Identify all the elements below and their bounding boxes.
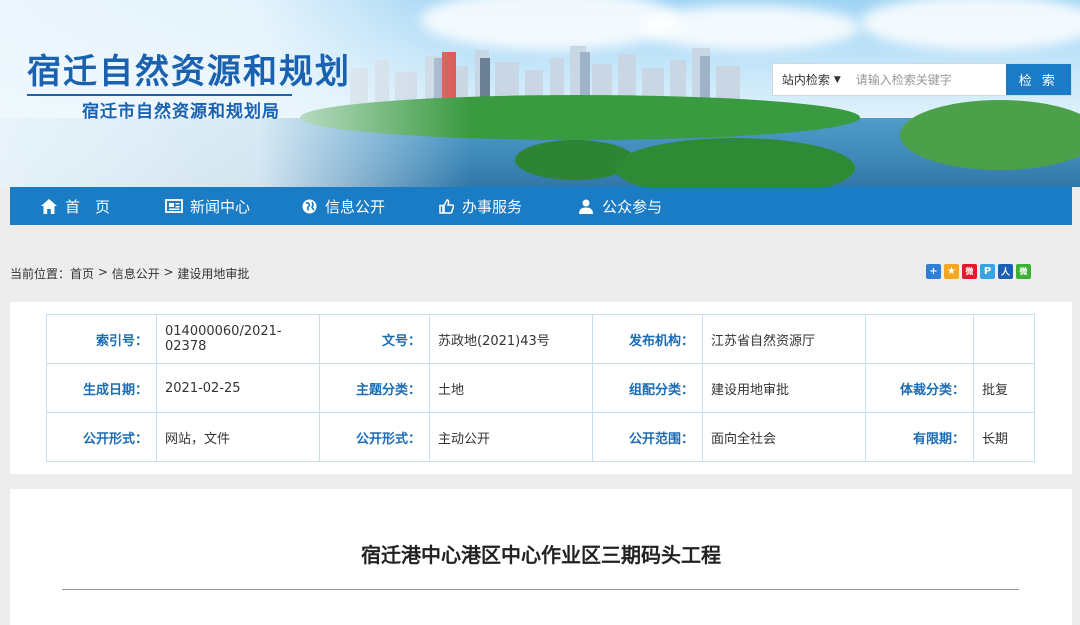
table-row: 公开形式： 网站，文件 公开形式： 主动公开 公开范围： 面向全社会 有限期： … — [46, 412, 1035, 462]
meta-value-topic: 土地 — [429, 363, 593, 413]
nav-label: 信息公开 — [325, 197, 386, 216]
share-plus-icon[interactable]: + — [926, 264, 941, 279]
title-divider — [27, 94, 292, 96]
meta-value-category: 建设用地审批 — [702, 363, 866, 413]
nav-label: 办事服务 — [462, 197, 523, 216]
search-scope-label: 站内检索 — [781, 73, 830, 87]
meta-key-created-date: 生成日期： — [46, 363, 157, 413]
newspaper-icon — [165, 197, 183, 215]
meta-value-disclosure-mode: 主动公开 — [429, 412, 593, 462]
meta-key-scope: 公开范围： — [592, 412, 703, 462]
meta-value-index: 014000060/2021-02378 — [156, 314, 320, 364]
search-box: 站内检索 ▼ 检 索 — [772, 63, 1072, 96]
meta-key-genre: 体裁分类： — [865, 363, 974, 413]
meta-key-publisher: 发布机构： — [592, 314, 703, 364]
search-button[interactable]: 检 索 — [1005, 64, 1071, 95]
meta-value-format: 网站，文件 — [156, 412, 320, 462]
table-row: 生成日期： 2021-02-25 主题分类： 土地 组配分类： 建设用地审批 体… — [46, 363, 1035, 413]
search-scope-select[interactable]: 站内检索 ▼ — [773, 64, 850, 95]
breadcrumb-info-disclosure[interactable]: 信息公开 — [112, 265, 160, 282]
meta-value-doc-number: 苏政地(2021)43号 — [429, 314, 593, 364]
nav-item-news[interactable]: 新闻中心 — [165, 187, 250, 225]
share-bar: + ★ 微 P 人 微 — [926, 264, 1031, 279]
breadcrumb: 当前位置： 首页 > 信息公开 > 建设用地审批 — [10, 265, 249, 282]
meta-value-genre: 批复 — [973, 363, 1035, 413]
meta-value-validity: 长期 — [973, 412, 1035, 462]
meta-value-empty — [973, 314, 1035, 364]
breadcrumb-home[interactable]: 首页 — [70, 265, 94, 282]
meta-key-topic: 主题分类： — [319, 363, 430, 413]
site-subtitle: 宿迁市自然资源和规划局 — [82, 102, 280, 122]
article-title: 宿迁港中心港区中心作业区三期码头工程 — [361, 543, 721, 567]
qzone-icon[interactable]: ★ — [944, 264, 959, 279]
weibo-icon[interactable]: 微 — [962, 264, 977, 279]
meta-key-index: 索引号： — [46, 314, 157, 364]
breadcrumb-land-approval[interactable]: 建设用地审批 — [177, 265, 249, 282]
nav-item-public-participation[interactable]: 公众参与 — [577, 187, 662, 225]
breadcrumb-prefix: 当前位置： — [10, 267, 71, 281]
nav-label: 新闻中心 — [190, 197, 251, 216]
meta-key-disclosure-mode: 公开形式： — [319, 412, 430, 462]
wechat-icon[interactable]: 微 — [1016, 264, 1031, 279]
main-nav: 首 页 新闻中心 信息公开 办事服务 公众参与 — [10, 187, 1072, 225]
user-icon — [577, 197, 595, 215]
search-input[interactable] — [849, 64, 1006, 95]
meta-value-scope: 面向全社会 — [702, 412, 866, 462]
caret-down-icon: ▼ — [833, 74, 841, 85]
meta-key-empty — [865, 314, 974, 364]
breadcrumb-separator: > — [94, 265, 112, 279]
nav-item-services[interactable]: 办事服务 — [437, 187, 522, 225]
nav-label: 公众参与 — [602, 197, 663, 216]
home-icon — [40, 197, 58, 215]
thumbs-up-icon — [437, 197, 455, 215]
meta-key-format: 公开形式： — [46, 412, 157, 462]
meta-value-publisher: 江苏省自然资源厅 — [702, 314, 866, 364]
table-row: 索引号： 014000060/2021-02378 文号： 苏政地(2021)4… — [46, 314, 1035, 364]
site-title[interactable]: 宿迁自然资源和规划 — [27, 44, 351, 93]
nav-label: 首 页 — [65, 197, 111, 216]
renren-icon[interactable]: 人 — [998, 264, 1013, 279]
meta-value-created-date: 2021-02-25 — [156, 363, 320, 413]
tencent-weibo-icon[interactable]: P — [980, 264, 995, 279]
header-banner: 宿迁自然资源和规划 宿迁市自然资源和规划局 站内检索 ▼ 检 索 — [0, 0, 1080, 187]
meta-key-validity: 有限期： — [865, 412, 974, 462]
globe-icon — [300, 197, 318, 215]
meta-key-category: 组配分类： — [592, 363, 703, 413]
meta-key-doc-number: 文号： — [319, 314, 430, 364]
nav-item-info-disclosure[interactable]: 信息公开 — [300, 187, 385, 225]
document-meta-panel: 索引号： 014000060/2021-02378 文号： 苏政地(2021)4… — [10, 302, 1072, 474]
article-panel: 宿迁港中心港区中心作业区三期码头工程 — [10, 489, 1072, 625]
document-meta-table: 索引号： 014000060/2021-02378 文号： 苏政地(2021)4… — [46, 314, 1035, 462]
breadcrumb-separator: > — [159, 265, 178, 279]
article-title-divider — [62, 589, 1019, 590]
nav-item-home[interactable]: 首 页 — [40, 187, 110, 225]
